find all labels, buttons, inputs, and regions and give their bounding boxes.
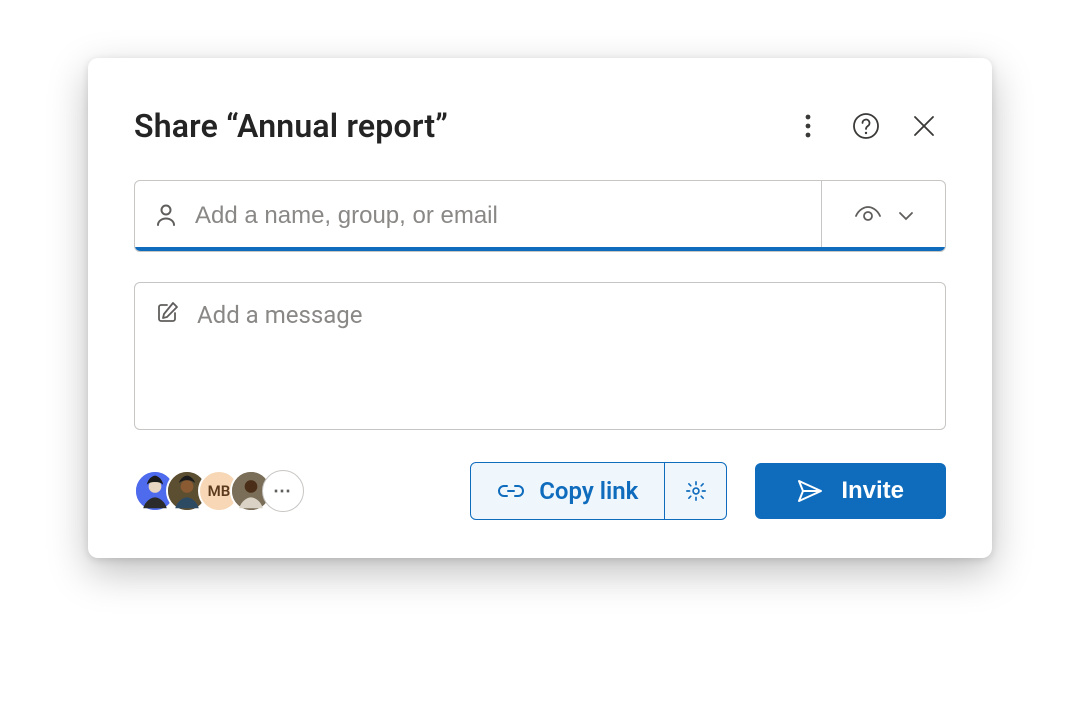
compose-icon xyxy=(155,301,179,325)
dialog-footer: MB ⋯ Copy link xyxy=(134,462,946,520)
chevron-down-icon xyxy=(898,211,914,221)
help-icon xyxy=(852,112,880,140)
person-icon xyxy=(155,204,177,228)
recipient-input[interactable] xyxy=(193,201,801,231)
recipient-field[interactable] xyxy=(134,180,946,252)
more-vertical-icon xyxy=(805,114,811,138)
dialog-title: Share “Annual report” xyxy=(134,107,448,145)
copy-link-button[interactable]: Copy link xyxy=(471,463,664,519)
help-button[interactable] xyxy=(844,104,888,148)
invite-label: Invite xyxy=(841,477,904,505)
more-options-button[interactable] xyxy=(786,104,830,148)
share-dialog: Share “Annual report” xyxy=(88,58,992,558)
copy-link-label: Copy link xyxy=(539,477,638,505)
permission-dropdown[interactable] xyxy=(821,181,945,251)
avatar-overflow-button[interactable]: ⋯ xyxy=(262,470,304,512)
close-button[interactable] xyxy=(902,104,946,148)
message-input[interactable] xyxy=(195,299,925,413)
send-icon xyxy=(797,479,823,503)
shared-with-avatars[interactable]: MB ⋯ xyxy=(134,470,304,512)
link-settings-button[interactable] xyxy=(664,463,726,519)
invite-button[interactable]: Invite xyxy=(755,463,946,519)
copy-link-group: Copy link xyxy=(470,462,727,520)
dialog-header: Share “Annual report” xyxy=(134,104,946,148)
more-horizontal-icon: ⋯ xyxy=(273,481,293,502)
link-icon xyxy=(497,483,525,499)
close-icon xyxy=(913,115,935,137)
gear-icon xyxy=(685,480,707,502)
eye-icon xyxy=(854,206,882,226)
message-field[interactable] xyxy=(134,282,946,430)
